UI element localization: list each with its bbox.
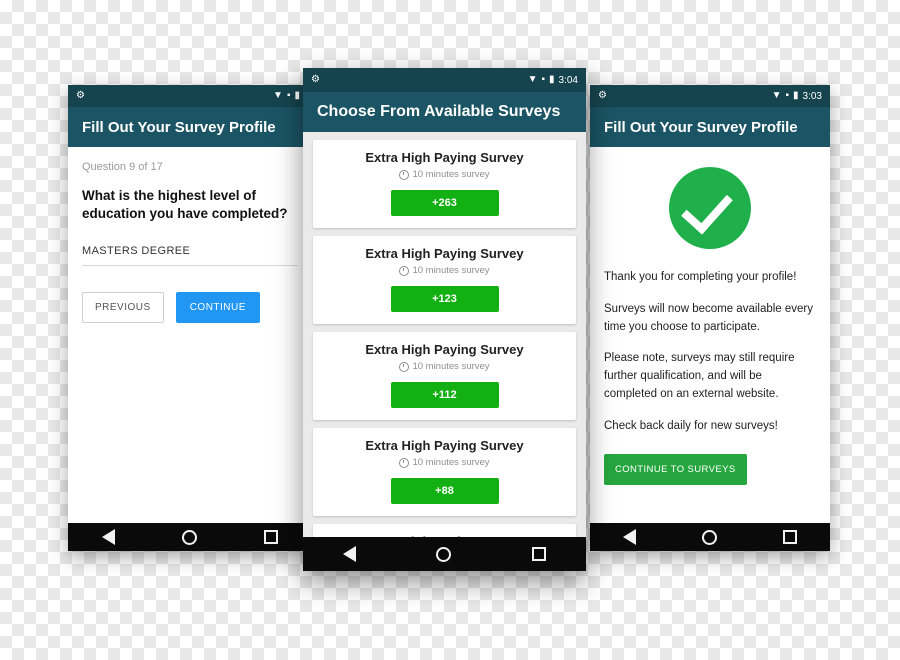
recents-icon[interactable] <box>531 547 546 561</box>
survey-list[interactable]: Extra High Paying Survey 10 minutes surv… <box>303 132 586 537</box>
app-bar-right: Fill Out Your Survey Profile <box>590 107 830 147</box>
status-left-icons-right: ⚙ <box>598 91 607 101</box>
battery-icon: ▮ <box>294 90 300 101</box>
battery-icon: ▮ <box>793 90 799 101</box>
survey-duration: 10 minutes survey <box>323 265 566 276</box>
nav-bar-center <box>303 537 586 571</box>
clock-icon <box>399 457 410 468</box>
back-icon[interactable] <box>101 529 115 545</box>
app-bar-left: Fill Out Your Survey Profile <box>68 107 312 147</box>
signal-icon: ▪ <box>541 74 546 85</box>
survey-duration-text: 10 minutes survey <box>412 169 490 180</box>
status-right-icons: ▼ ▪ ▮ <box>273 91 304 101</box>
survey-reward-button[interactable]: +112 <box>390 382 499 408</box>
survey-card[interactable]: Extra High Paying Survey 10 minutes surv… <box>313 236 576 324</box>
signal-icon: ▪ <box>785 90 790 101</box>
status-time-right: 3:03 <box>802 90 822 102</box>
wifi-icon: ▼ <box>273 90 283 101</box>
clock-icon <box>399 361 410 372</box>
status-time-center: 3:04 <box>558 74 578 86</box>
wifi-icon: ▼ <box>527 74 538 85</box>
survey-duration-text: 10 minutes survey <box>412 265 490 276</box>
android-robot-icon: ⚙ <box>76 90 85 101</box>
home-icon[interactable] <box>702 529 717 545</box>
nav-bar-right <box>590 523 830 551</box>
app-bar-title-center: Choose From Available Surveys <box>317 103 561 120</box>
clock-icon <box>399 169 410 180</box>
continue-to-surveys-button[interactable]: CONTINUE TO SURVEYS <box>604 453 747 485</box>
survey-duration: 10 minutes survey <box>323 457 566 468</box>
status-left-icons-center: ⚙ <box>311 75 320 85</box>
status-right-icons-center: ▼ ▪ ▮ 3:04 <box>528 75 578 86</box>
question-text: What is the highest level of education y… <box>82 188 288 222</box>
survey-title: Extra High Paying Survey <box>365 150 524 165</box>
question-progress: Question 9 of 17 <box>82 161 163 173</box>
survey-card[interactable]: Extra High Paying Survey 10 minutes surv… <box>313 140 576 228</box>
survey-title: Extra High Paying Survey <box>365 246 524 261</box>
recents-icon[interactable] <box>783 530 797 544</box>
previous-button[interactable]: PREVIOUS <box>82 292 164 324</box>
survey-title: Extra High Paying Survey <box>365 438 524 453</box>
back-icon[interactable] <box>343 546 357 562</box>
survey-reward-button[interactable]: +123 <box>390 286 499 312</box>
recents-icon[interactable] <box>264 530 279 544</box>
app-bar-center: Choose From Available Surveys <box>303 92 586 132</box>
check-circle-icon <box>669 167 751 249</box>
survey-duration: 10 minutes survey <box>323 361 566 372</box>
survey-question-content: Question 9 of 17 What is the highest lev… <box>68 147 312 523</box>
answer-select[interactable]: MASTERS DEGREE <box>82 245 298 267</box>
survey-card[interactable]: Extra High Paying Survey 10 minutes surv… <box>313 332 576 420</box>
complete-paragraph-2: Surveys will now become available every … <box>604 302 814 333</box>
status-right-icons-right: ▼ ▪ ▮ 3:03 <box>772 91 822 102</box>
survey-card[interactable]: Extra High Paying Survey <box>313 524 576 537</box>
profile-complete-content: Thank you for completing your profile! S… <box>590 147 830 523</box>
signal-icon: ▪ <box>286 90 291 101</box>
phone-screen-right: ⚙ ▼ ▪ ▮ 3:03 Fill Out Your Survey Profil… <box>590 85 830 551</box>
phone-screen-center: ⚙ ▼ ▪ ▮ 3:04 Choose From Available Surve… <box>303 68 586 571</box>
battery-icon: ▮ <box>549 74 555 85</box>
clock-icon <box>399 265 410 276</box>
survey-duration: 10 minutes survey <box>323 169 566 180</box>
complete-paragraph-1: Thank you for completing your profile! <box>604 271 797 283</box>
wifi-icon: ▼ <box>771 90 782 101</box>
android-robot-icon: ⚙ <box>598 90 607 101</box>
home-icon[interactable] <box>181 529 197 545</box>
complete-paragraph-3: Please note, surveys may still require f… <box>604 352 795 401</box>
continue-button[interactable]: CONTINUE <box>175 292 260 324</box>
status-bar-left: ⚙ ▼ ▪ ▮ <box>68 85 312 107</box>
app-bar-title-left: Fill Out Your Survey Profile <box>82 118 276 136</box>
status-left-icons: ⚙ <box>76 91 85 101</box>
success-icon-wrap <box>604 167 816 249</box>
home-icon[interactable] <box>436 546 452 562</box>
status-bar-right: ⚙ ▼ ▪ ▮ 3:03 <box>590 85 830 107</box>
complete-paragraph-4: Check back daily for new surveys! <box>604 419 778 432</box>
status-bar-center: ⚙ ▼ ▪ ▮ 3:04 <box>303 68 586 92</box>
survey-card[interactable]: Extra High Paying Survey 10 minutes surv… <box>313 428 576 516</box>
back-icon[interactable] <box>623 529 636 545</box>
survey-title: Extra High Paying Survey <box>365 342 524 357</box>
question-buttons: PREVIOUS CONTINUE <box>82 292 298 324</box>
survey-reward-button[interactable]: +88 <box>390 478 499 504</box>
nav-bar-left <box>68 523 312 551</box>
survey-duration-text: 10 minutes survey <box>412 361 490 372</box>
survey-reward-button[interactable]: +263 <box>390 190 499 216</box>
app-bar-title-right: Fill Out Your Survey Profile <box>604 118 798 136</box>
survey-duration-text: 10 minutes survey <box>412 457 490 468</box>
android-robot-icon: ⚙ <box>311 74 320 85</box>
phone-screen-left: ⚙ ▼ ▪ ▮ Fill Out Your Survey Profile Que… <box>68 85 312 551</box>
